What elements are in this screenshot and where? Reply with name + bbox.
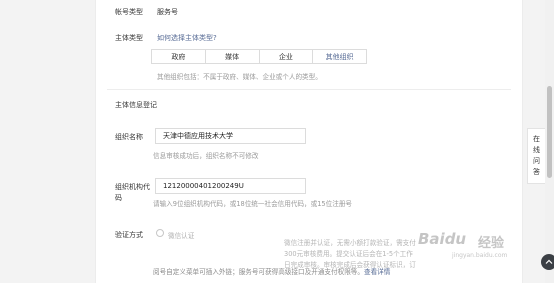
side-tab-char-3: 问: [533, 157, 540, 165]
org-name-input[interactable]: 天津中德应用技术大学: [155, 128, 306, 144]
scrollbar-thumb[interactable]: [547, 86, 552, 178]
subject-option-government[interactable]: 政府: [152, 50, 206, 63]
org-code-hint: 请输入9位组织机构代码，或18位统一社会信用代码，或15位注册号: [153, 200, 353, 208]
subject-option-media[interactable]: 媒体: [206, 50, 260, 63]
verify-method-label: 验证方式: [115, 231, 143, 239]
org-code-label: 组织机构代: [115, 183, 150, 191]
subject-type-help-link[interactable]: 如何选择主体类型?: [157, 33, 217, 43]
subject-option-enterprise[interactable]: 企业: [260, 50, 314, 63]
section-divider: [107, 89, 511, 90]
verify-bottom-text: 阅号自定义菜单可插入外链；服务号可获得高级接口及开通支付权限等。查看详情: [153, 266, 390, 276]
side-tab-char-2: 线: [533, 146, 540, 154]
subject-type-selector: 政府 媒体 企业 其他组织: [151, 49, 367, 64]
watermark-cn: 经验: [478, 236, 505, 251]
org-code-input[interactable]: 12120000401200249U: [155, 178, 306, 194]
watermark-url: jingyan.baidu.com: [452, 252, 508, 259]
verify-description: 阅号自定义菜单可插入外链；服务号可获得高级接口及开通支付权限等。: [153, 268, 364, 276]
wechat-verify-radio[interactable]: [156, 229, 164, 237]
account-type-value: 服务号: [157, 8, 178, 16]
baidu-watermark: Baidu 经验 jingyan.baidu.com: [418, 224, 528, 268]
org-code-label-cont: 码: [115, 194, 122, 202]
subject-option-other-org[interactable]: 其他组织: [313, 50, 366, 63]
org-name-label: 组织名称: [115, 133, 143, 141]
section-title: 主体信息登记: [115, 101, 157, 109]
org-name-hint: 信息审核成功后，组织名称不可修改: [153, 152, 259, 160]
online-qa-tab[interactable]: 在 线 问 答: [527, 128, 545, 184]
subject-type-label: 主体类型: [115, 34, 143, 42]
watermark-brand: Baidu: [418, 230, 467, 248]
chevron-up-icon[interactable]: [541, 254, 554, 270]
account-type-label: 帐号类型: [115, 8, 143, 16]
wechat-verify-option-label: 微信认证: [168, 232, 195, 240]
subject-type-note: 其他组织包括：不属于政府、媒体、企业或个人的类型。: [157, 73, 322, 81]
side-tab-char-1: 在: [533, 135, 540, 143]
side-tab-char-4: 答: [533, 168, 540, 176]
view-details-link[interactable]: 查看详情: [364, 268, 390, 276]
